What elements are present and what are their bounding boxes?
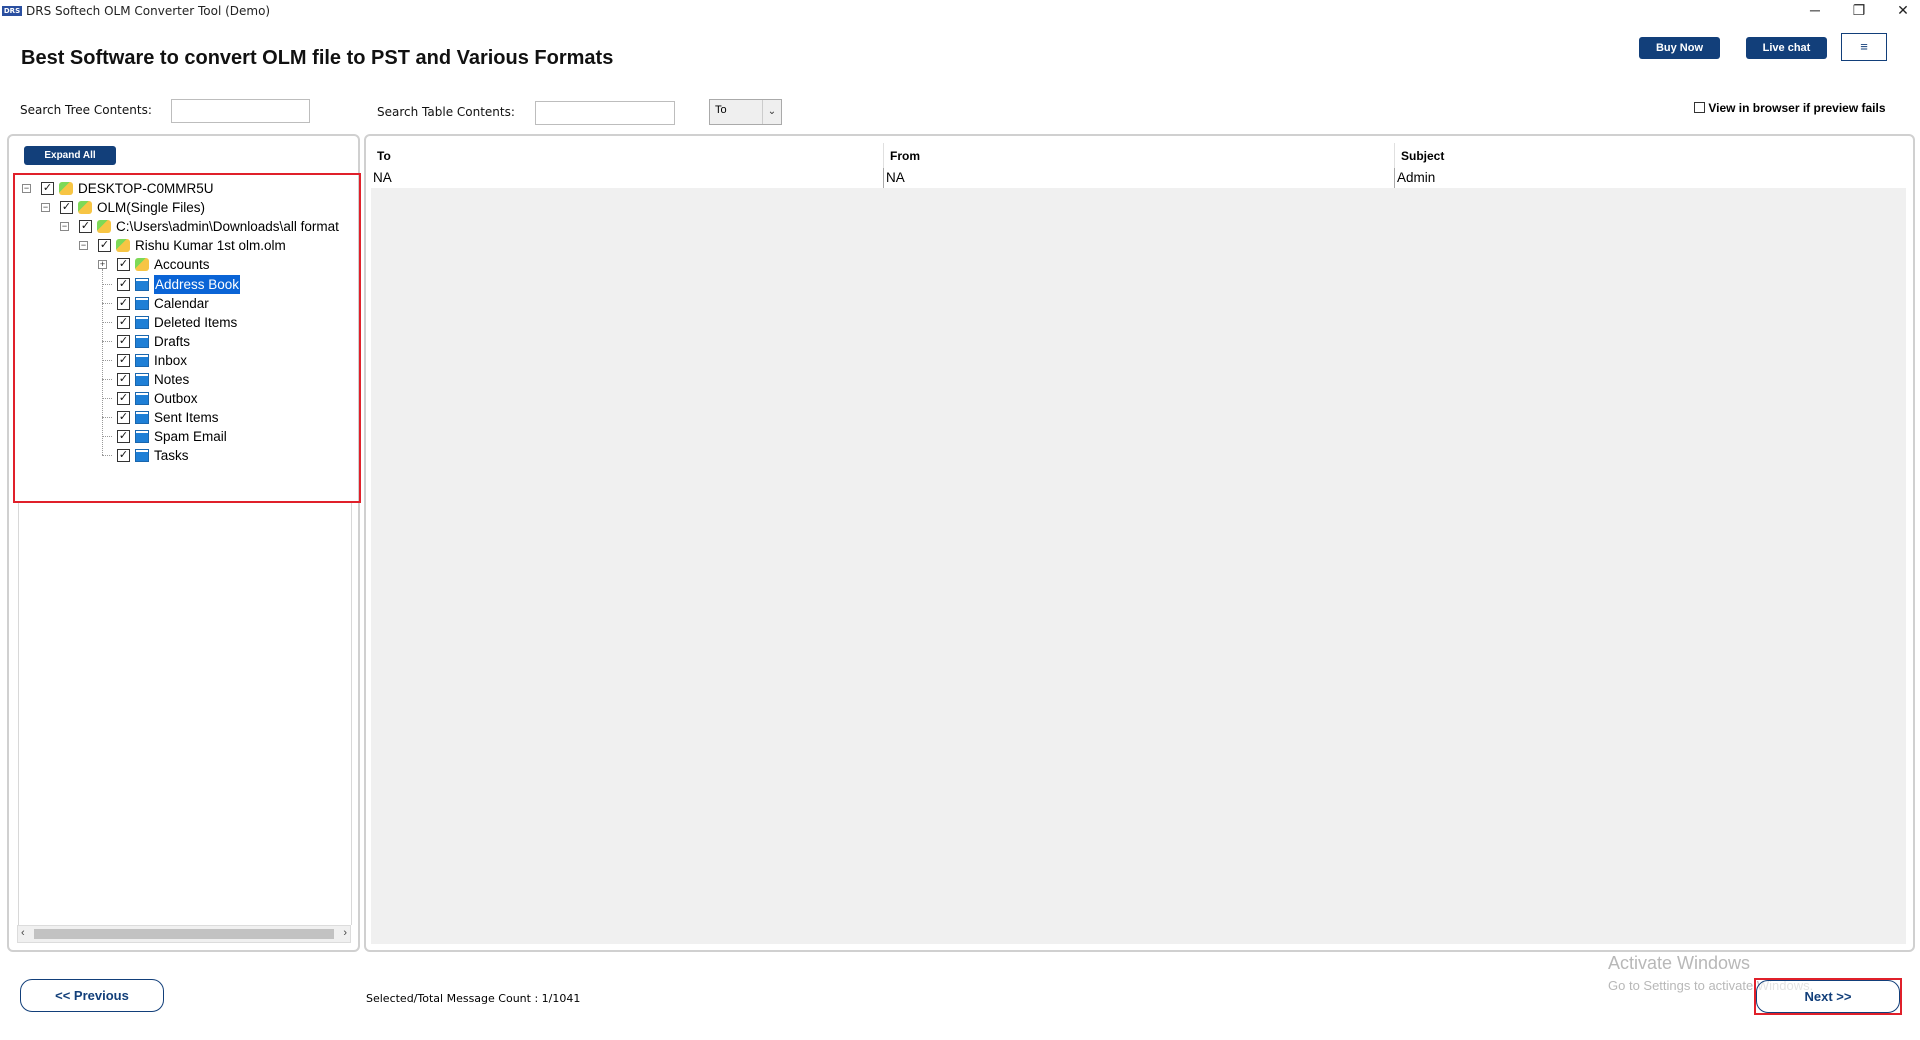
buy-now-button[interactable]: Buy Now	[1639, 37, 1720, 59]
multi-color-icon	[78, 201, 92, 215]
table-row[interactable]: NA NA Admin	[371, 168, 1906, 189]
tree-node-label[interactable]: Address Book	[154, 274, 241, 294]
tree-checkbox[interactable]: ✓	[117, 277, 130, 291]
folder-icon	[135, 315, 149, 329]
next-button[interactable]: Next >>	[1756, 980, 1900, 1013]
folder-icon	[135, 430, 149, 444]
live-chat-button[interactable]: Live chat	[1746, 37, 1827, 59]
previous-button[interactable]: << Previous	[20, 979, 164, 1012]
tree-checkbox[interactable]: ✓	[117, 449, 130, 463]
tree-node-label[interactable]: Calendar	[154, 294, 209, 313]
tree-node-label[interactable]: Drafts	[154, 332, 190, 351]
tree-connector	[102, 302, 112, 304]
cell-to: NA	[373, 170, 392, 185]
close-button[interactable]: ✕	[1880, 0, 1920, 22]
folder-icon	[135, 373, 149, 386]
view-in-browser-checkbox[interactable]	[1694, 102, 1705, 113]
chevron-down-icon: ⌄	[762, 100, 781, 124]
folder-icon	[135, 392, 149, 406]
tree-checkbox[interactable]: ✓	[117, 258, 130, 272]
column-header-to[interactable]: To	[371, 143, 883, 168]
activate-windows-title: Activate Windows	[1608, 953, 1751, 973]
tree-checkbox[interactable]: ✓	[79, 220, 92, 234]
tree-node-label[interactable]: Outbox	[154, 389, 198, 408]
tree-horizontal-scrollbar[interactable]: ‹ ›	[17, 925, 351, 943]
tree-checkbox[interactable]: ✓	[117, 315, 130, 329]
tree-checkbox[interactable]: ✓	[117, 373, 130, 386]
tree-checkbox[interactable]: ✓	[117, 353, 130, 367]
collapse-icon[interactable]: −	[60, 222, 69, 232]
folder-tree-empty-area	[18, 503, 352, 925]
folder-icon	[135, 411, 149, 425]
minimize-button[interactable]: ─	[1792, 0, 1838, 22]
collapse-icon[interactable]: −	[79, 241, 88, 251]
tree-node-label[interactable]: DESKTOP-C0MMR5U	[78, 179, 214, 198]
folder-icon	[135, 353, 149, 367]
tree-connector	[102, 455, 112, 457]
view-in-browser-option[interactable]: View in browser if preview fails	[1694, 101, 1886, 115]
tree-checkbox[interactable]: ✓	[117, 296, 130, 310]
menu-button[interactable]: ≡	[1841, 33, 1887, 61]
tree-node-label[interactable]: Tasks	[154, 446, 189, 465]
multi-color-icon	[97, 220, 111, 234]
tree-node-label[interactable]: Inbox	[154, 351, 187, 370]
cell-subject: Admin	[1394, 168, 1906, 188]
tree-checkbox[interactable]: ✓	[117, 392, 130, 406]
collapse-icon[interactable]: −	[22, 184, 31, 193]
folder-icon	[135, 334, 149, 348]
scrollbar-thumb[interactable]	[34, 929, 334, 939]
collapse-icon[interactable]: −	[41, 203, 50, 213]
table-header: To From Subject	[371, 143, 1906, 169]
multi-color-icon	[116, 239, 130, 253]
tree-node-label[interactable]: Rishu Kumar 1st olm.olm	[135, 236, 286, 255]
scroll-left-icon[interactable]: ‹	[21, 927, 25, 939]
search-table-label: Search Table Contents:	[377, 105, 515, 119]
column-header-from[interactable]: From	[883, 143, 1394, 168]
column-header-subject[interactable]: Subject	[1394, 143, 1906, 168]
scroll-right-icon[interactable]: ›	[343, 927, 347, 939]
tree-checkbox[interactable]: ✓	[117, 411, 130, 425]
folder-tree: − ✓ DESKTOP-C0MMR5U − ✓ OLM(Single Files) − ✓ C:…	[0, 0, 360, 500]
tree-connector	[102, 417, 112, 419]
tree-checkbox[interactable]: ✓	[117, 334, 130, 348]
column-select-value: To	[715, 104, 727, 116]
tree-node-label[interactable]: Deleted Items	[154, 313, 237, 332]
tree-connector	[102, 359, 112, 361]
multi-color-icon	[135, 258, 149, 272]
tree-connector	[102, 398, 112, 400]
tree-connector	[102, 283, 112, 285]
column-select[interactable]: To ⌄	[709, 99, 782, 125]
tree-connector-line	[102, 269, 103, 456]
tree-connector	[102, 321, 112, 323]
expand-icon[interactable]: +	[98, 260, 107, 270]
tree-node-label[interactable]: Notes	[154, 370, 189, 389]
restore-button[interactable]: ❐	[1836, 0, 1882, 22]
tree-node-label[interactable]: Sent Items	[154, 408, 219, 427]
tree-node-label[interactable]: OLM(Single Files)	[97, 198, 205, 217]
folder-icon	[135, 277, 149, 291]
tree-connector	[102, 379, 112, 380]
tree-node-label[interactable]: C:\Users\admin\Downloads\all format	[116, 217, 339, 236]
tree-connector	[102, 340, 112, 342]
message-count: Selected/Total Message Count : 1/1041	[366, 992, 581, 1005]
view-in-browser-label: View in browser if preview fails	[1708, 101, 1886, 115]
tree-checkbox[interactable]: ✓	[117, 430, 130, 444]
tree-connector	[102, 436, 112, 438]
tree-node-label[interactable]: Spam Email	[154, 427, 227, 446]
table-empty-area	[371, 188, 1906, 944]
hamburger-icon: ≡	[1860, 39, 1868, 54]
search-table-input[interactable]	[535, 101, 675, 125]
tree-node-label[interactable]: Accounts	[154, 255, 210, 274]
folder-icon	[135, 296, 149, 310]
folder-icon	[135, 449, 149, 463]
cell-from: NA	[883, 168, 1394, 188]
tree-checkbox[interactable]: ✓	[60, 201, 73, 215]
multi-color-icon	[59, 182, 73, 195]
tree-checkbox[interactable]: ✓	[98, 239, 111, 253]
tree-checkbox[interactable]: ✓	[41, 182, 54, 195]
